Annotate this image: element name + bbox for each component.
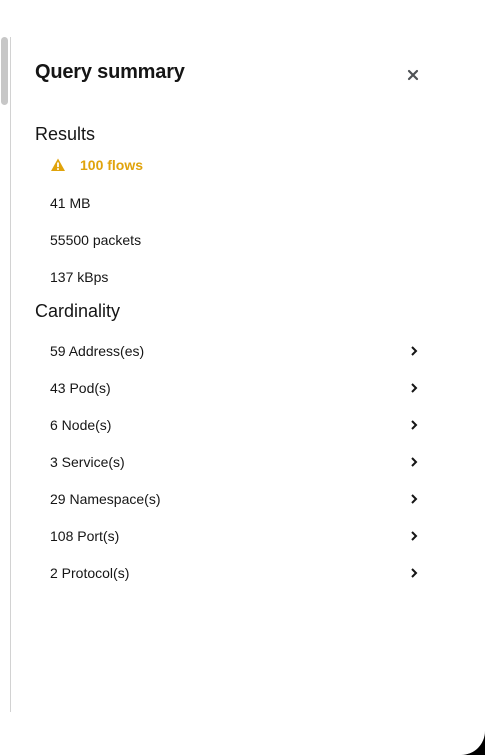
packets-value: 55500 packets <box>50 232 142 248</box>
query-summary-drawer: Query summary Results 100 flows 41 MB 55… <box>0 0 485 755</box>
cardinality-item-protocols[interactable]: 2 Protocol(s) <box>50 561 420 585</box>
drawer-title: Query summary <box>35 61 185 83</box>
close-button[interactable] <box>401 63 425 87</box>
cardinality-item-services[interactable]: 3 Service(s) <box>50 450 420 474</box>
drawer-divider <box>10 37 11 712</box>
cardinality-item-label: 6 Node(s) <box>50 417 112 433</box>
scrollbar-thumb[interactable] <box>1 37 8 105</box>
flows-count: 100 flows <box>80 157 144 173</box>
warning-triangle-icon <box>51 158 65 171</box>
chevron-right-icon <box>411 457 418 467</box>
flows-warning: 100 flows <box>50 157 143 173</box>
rate-value: 137 kBps <box>50 269 109 285</box>
cardinality-item-label: 43 Pod(s) <box>50 380 111 396</box>
chevron-right-icon <box>411 420 418 430</box>
cardinality-item-nodes[interactable]: 6 Node(s) <box>50 413 420 437</box>
cardinality-item-label: 2 Protocol(s) <box>50 565 130 581</box>
chevron-right-icon <box>411 346 418 356</box>
close-icon <box>407 69 419 81</box>
cardinality-item-label: 3 Service(s) <box>50 454 125 470</box>
chevron-right-icon <box>411 494 418 504</box>
cardinality-item-label: 59 Address(es) <box>50 343 145 359</box>
size-value: 41 MB <box>50 195 91 211</box>
cardinality-heading: Cardinality <box>35 301 121 321</box>
cardinality-item-ports[interactable]: 108 Port(s) <box>50 524 420 548</box>
results-heading: Results <box>35 124 96 144</box>
chevron-right-icon <box>411 531 418 541</box>
cardinality-item-pods[interactable]: 43 Pod(s) <box>50 376 420 400</box>
chevron-right-icon <box>411 568 418 578</box>
cardinality-item-addresses[interactable]: 59 Address(es) <box>50 339 420 363</box>
cardinality-item-label: 29 Namespace(s) <box>50 491 161 507</box>
chevron-right-icon <box>411 383 418 393</box>
cardinality-item-label: 108 Port(s) <box>50 528 120 544</box>
cardinality-item-namespaces[interactable]: 29 Namespace(s) <box>50 487 420 511</box>
